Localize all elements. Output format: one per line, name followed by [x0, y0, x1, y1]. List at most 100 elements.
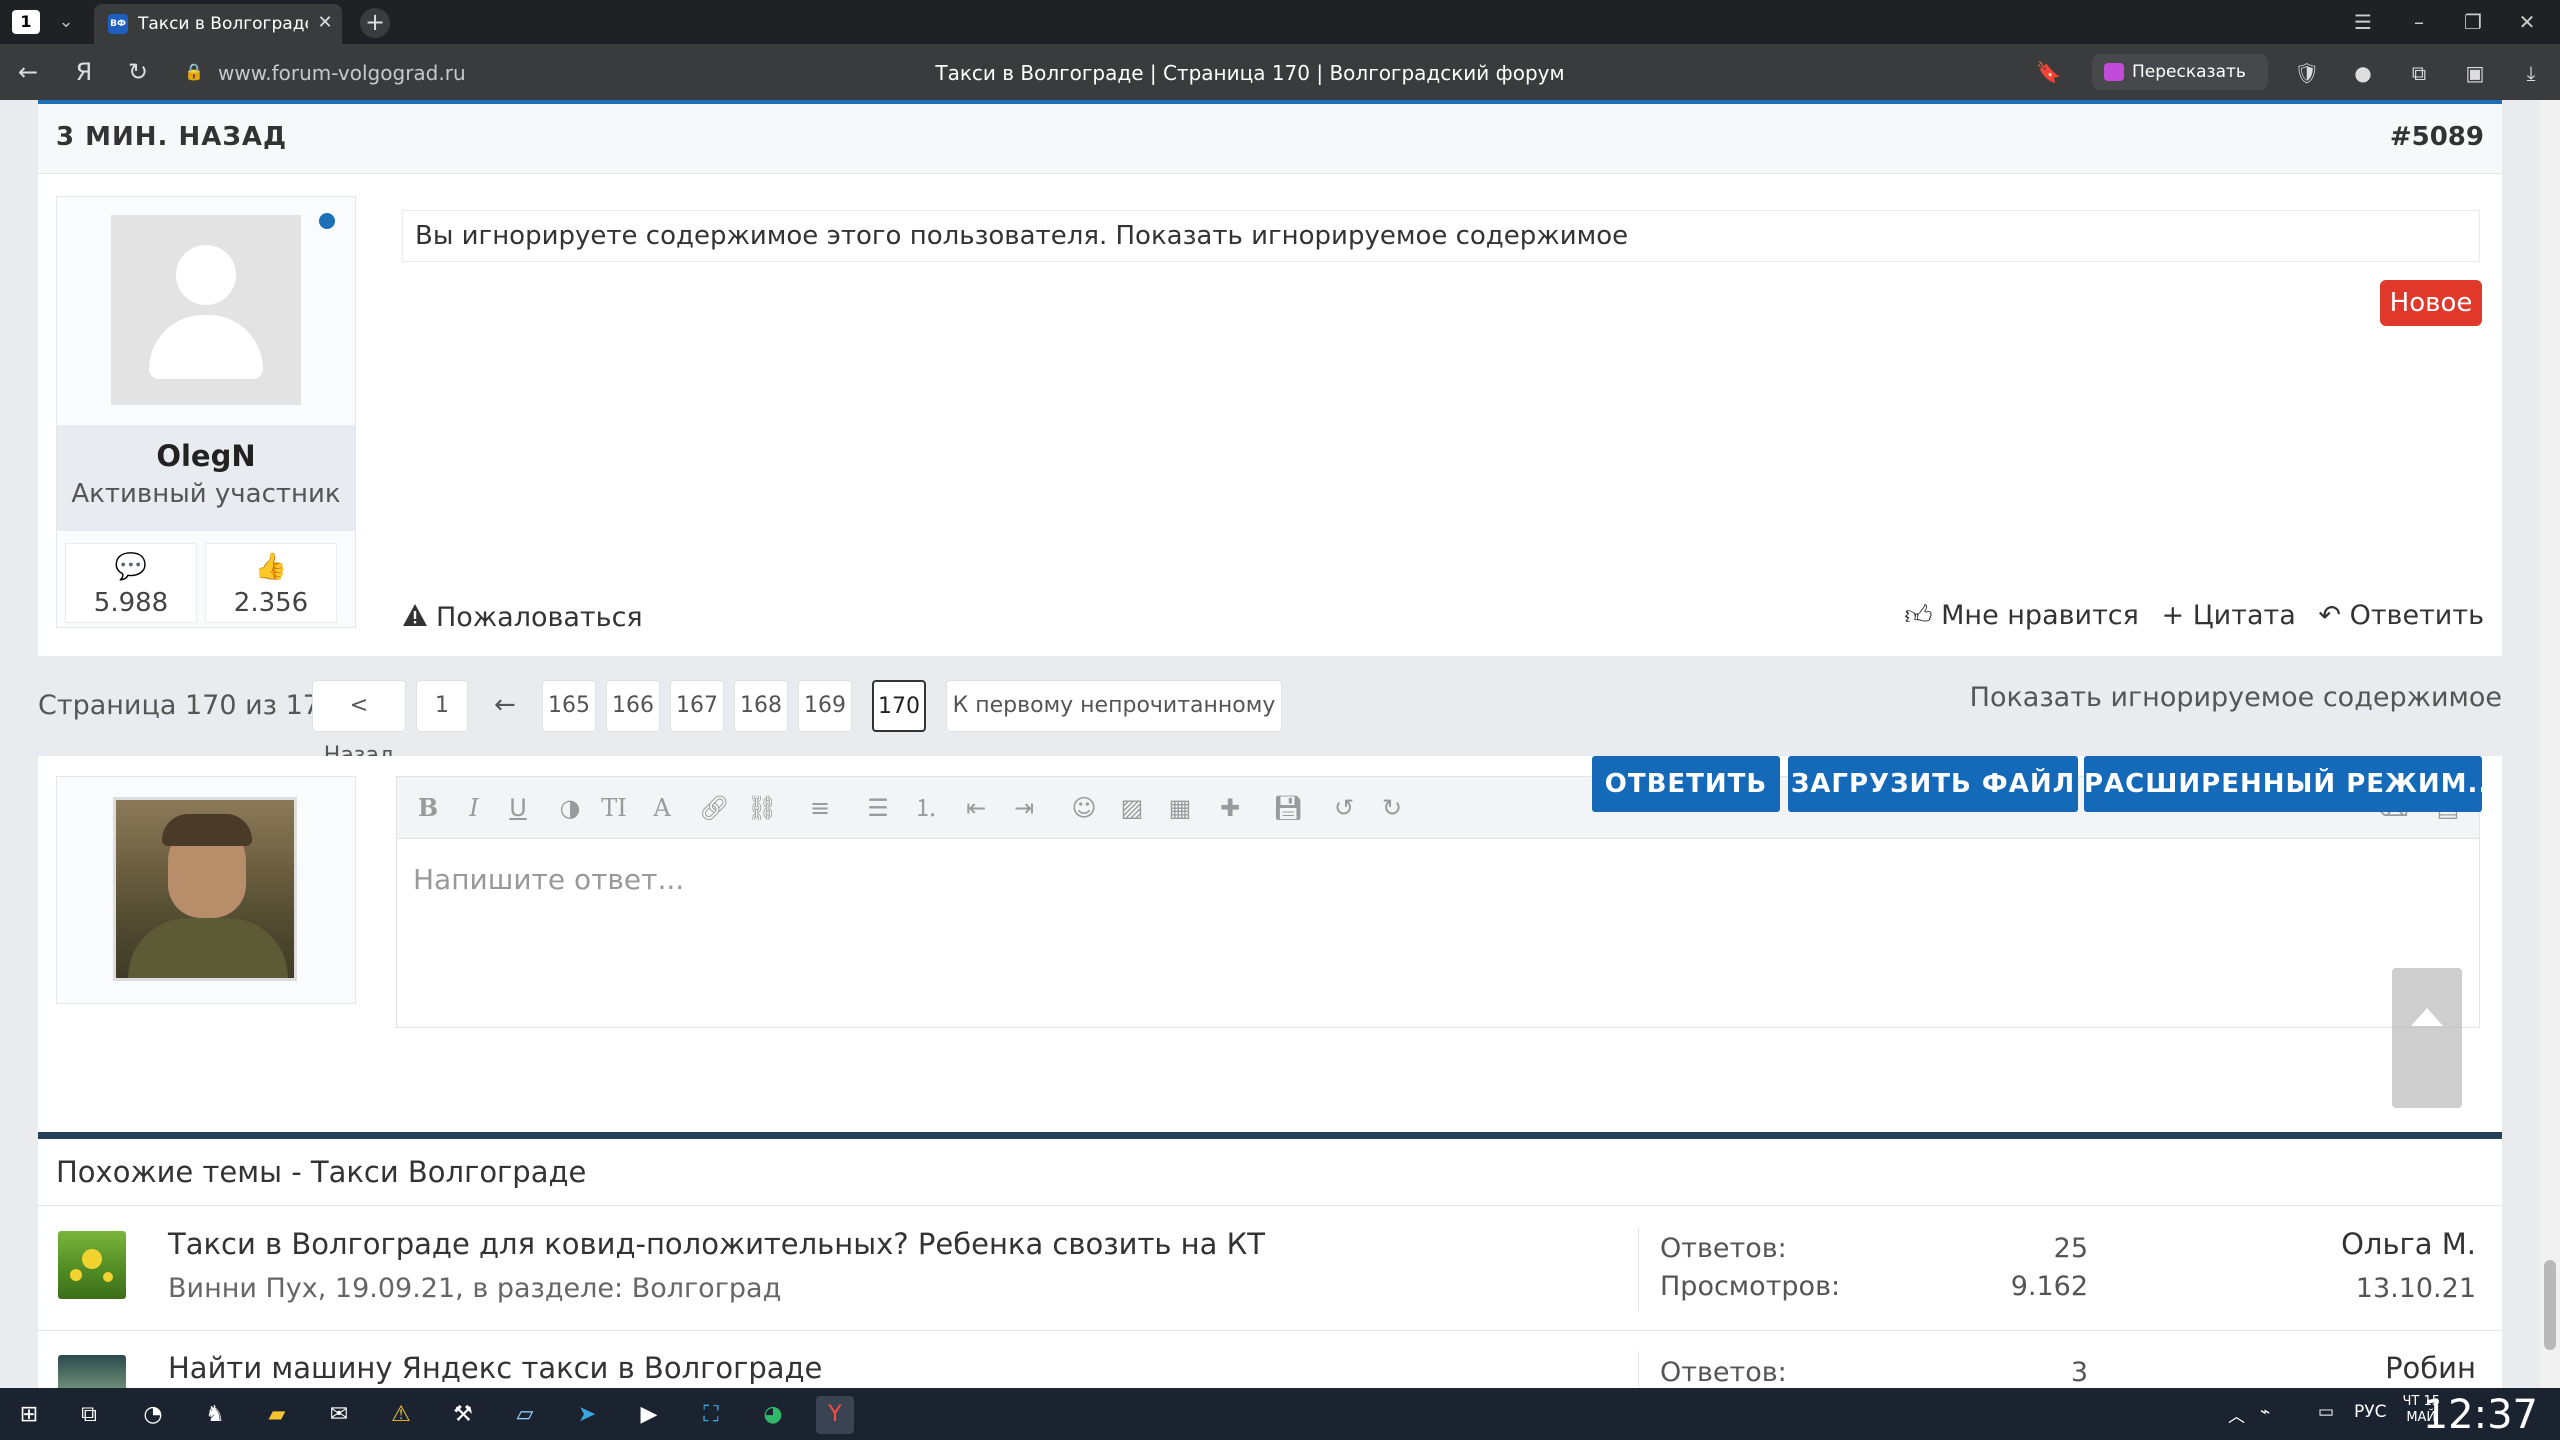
puzzle-icon[interactable]: ⧉ — [2404, 58, 2434, 88]
collections-icon[interactable]: ▣ — [2460, 58, 2490, 88]
tab-counter[interactable]: 1 — [12, 10, 40, 34]
telegram-icon[interactable]: ➤ — [568, 1396, 606, 1434]
app-warning-icon[interactable]: ⚠ — [382, 1396, 420, 1434]
display-icon[interactable]: ▭ — [2318, 1402, 2334, 1422]
author-info: OlegN Активный участник — [57, 425, 355, 531]
app-clock-icon[interactable]: ◔ — [134, 1396, 172, 1434]
quote-button[interactable]: + Цитата — [2162, 600, 2296, 631]
thread-title[interactable]: Найти машину Яндекс такси в Волгограде — [168, 1351, 822, 1385]
yandex-browser-taskbar-icon[interactable]: Y — [816, 1396, 854, 1434]
ignored-content-text[interactable]: Вы игнорируете содержимое этого пользова… — [403, 221, 1628, 251]
undo-icon[interactable]: ↺ — [1329, 793, 1359, 823]
like-button[interactable]: 👍︎ Мне нравится — [1904, 600, 2139, 632]
current-user-card — [56, 776, 356, 1004]
save-draft-icon[interactable]: 💾︎ — [1273, 793, 1303, 823]
download-icon[interactable]: ⤓ — [2516, 58, 2546, 88]
last-post-user[interactable]: Ольга М. — [2341, 1227, 2476, 1261]
new-tab-button[interactable]: + — [360, 8, 390, 38]
site-favicon-icon: ВФ — [108, 14, 128, 34]
scroll-to-top-button[interactable] — [2392, 968, 2462, 1108]
network-icon[interactable]: ⌁ — [2260, 1402, 2270, 1422]
post-time[interactable]: 3 МИН. НАЗАД — [56, 122, 287, 152]
menu-icon[interactable]: ☰ — [2348, 8, 2378, 36]
font-family-icon[interactable]: A — [647, 793, 677, 823]
bookmark-icon[interactable]: 🔖 — [2036, 60, 2061, 84]
bold-icon[interactable]: B — [413, 793, 443, 823]
thread-thumbnail[interactable] — [58, 1355, 126, 1388]
last-post-date[interactable]: 13.10.21 — [2356, 1273, 2476, 1304]
image-icon[interactable]: ▨ — [1117, 793, 1147, 823]
prev-page-button[interactable]: < Назад — [312, 680, 406, 768]
last-post-user[interactable]: Робин — [2385, 1351, 2476, 1385]
submit-reply-button[interactable]: ОТВЕТИТЬ — [1592, 756, 1780, 812]
upload-file-button[interactable]: ЗАГРУЗИТЬ ФАЙЛ — [1788, 756, 2078, 812]
bullet-list-icon[interactable]: ☰ — [863, 793, 893, 823]
underline-icon[interactable]: U — [503, 793, 533, 823]
scrollbar-thumb[interactable] — [2544, 1260, 2556, 1350]
media-icon[interactable]: ▦ — [1165, 793, 1195, 823]
tray-chevron-icon[interactable]: ︿ — [2228, 1402, 2245, 1427]
app-doc-icon[interactable]: ▱ — [506, 1396, 544, 1434]
post-number[interactable]: #5089 — [2390, 122, 2484, 152]
reply-textarea[interactable]: Напишите ответ... — [413, 863, 684, 896]
minimize-icon[interactable]: – — [2404, 8, 2434, 36]
page-button-167[interactable]: 167 — [670, 680, 724, 732]
ignored-content-notice[interactable]: Вы игнорируете содержимое этого пользова… — [402, 210, 2480, 262]
unlink-icon[interactable]: ⛓ — [747, 793, 777, 823]
indent-icon[interactable]: ⇥ — [1009, 793, 1039, 823]
page-button-current[interactable]: 170 — [872, 680, 926, 732]
keyboard-language[interactable]: РУС — [2354, 1402, 2386, 1422]
author-name[interactable]: OlegN — [57, 439, 355, 473]
windows-start-icon[interactable]: ⊞ — [10, 1396, 48, 1434]
shield-icon[interactable]: 🛡 — [2292, 58, 2322, 88]
app-character-icon[interactable]: ♞ — [196, 1396, 234, 1434]
chevron-down-icon[interactable]: ⌄ — [52, 8, 80, 36]
thread-thumbnail[interactable] — [58, 1231, 126, 1299]
current-user-avatar[interactable] — [113, 797, 297, 981]
redo-icon[interactable]: ↻ — [1377, 793, 1407, 823]
report-link[interactable]: Пожаловаться — [402, 600, 643, 633]
link-icon[interactable]: 🔗︎ — [699, 793, 729, 823]
file-explorer-icon[interactable]: ▰ — [258, 1396, 296, 1434]
page-button-168[interactable]: 168 — [734, 680, 788, 732]
extension-green-icon[interactable]: ● — [2348, 58, 2378, 88]
show-ignored-link[interactable]: Показать игнорируемое содержимое — [1970, 682, 2502, 713]
page-button-1[interactable]: 1 — [416, 680, 468, 732]
omnibox[interactable]: 🔒 www.forum-volgograd.ru Такси в Волгогр… — [170, 52, 2080, 92]
first-unread-button[interactable]: К первому непрочитанному — [946, 680, 1282, 732]
edge-browser-icon[interactable]: ◕ — [754, 1396, 792, 1434]
color-icon[interactable]: ◑ — [555, 793, 585, 823]
page-button-166[interactable]: 166 — [606, 680, 660, 732]
numbered-list-icon[interactable]: ⒈ — [911, 793, 941, 823]
page-button-165[interactable]: 165 — [542, 680, 596, 732]
thread-title[interactable]: Такси в Волгограде для ковид-положительн… — [168, 1227, 1265, 1261]
mail-icon[interactable]: ✉ — [320, 1396, 358, 1434]
media-player-icon[interactable]: ▶ — [630, 1396, 668, 1434]
task-view-icon[interactable]: ⧉ — [70, 1396, 108, 1434]
close-icon[interactable]: ✕ — [314, 12, 336, 34]
insert-icon[interactable]: ✚ — [1215, 793, 1245, 823]
taskbar-clock[interactable]: 12:37 — [2423, 1392, 2538, 1438]
page-scrollbar[interactable] — [2540, 100, 2560, 1388]
yandex-icon[interactable]: Я — [68, 56, 100, 88]
restore-icon[interactable]: ❐ — [2458, 8, 2488, 36]
avatar-head-shape — [176, 245, 236, 305]
reply-button[interactable]: ↶ Ответить — [2318, 600, 2484, 631]
advanced-mode-button[interactable]: РАСШИРЕННЫЙ РЕЖИМ... — [2084, 756, 2482, 812]
window-close-icon[interactable]: ✕ — [2512, 8, 2542, 36]
app-tools-icon[interactable]: ⚒ — [444, 1396, 482, 1434]
italic-icon[interactable]: I — [459, 793, 489, 823]
outdent-icon[interactable]: ⇤ — [961, 793, 991, 823]
pagination-skip-icon[interactable]: ← — [494, 690, 516, 720]
back-icon[interactable]: ← — [12, 56, 44, 88]
author-likes-stat: 👍 2.356 — [205, 543, 337, 623]
align-icon[interactable]: ≡ — [805, 793, 835, 823]
page-button-169[interactable]: 169 — [798, 680, 852, 732]
retell-button[interactable]: Пересказать — [2092, 54, 2268, 90]
smiley-icon[interactable]: ☺ — [1069, 793, 1099, 823]
reload-icon[interactable]: ↻ — [122, 56, 154, 88]
avatar[interactable] — [111, 215, 301, 405]
font-size-icon[interactable]: TI — [599, 793, 629, 823]
browser-tab-active[interactable]: ВФ Такси в Волгограде | С ✕ — [94, 4, 342, 44]
app-store-icon[interactable]: ⛶ — [692, 1396, 730, 1434]
